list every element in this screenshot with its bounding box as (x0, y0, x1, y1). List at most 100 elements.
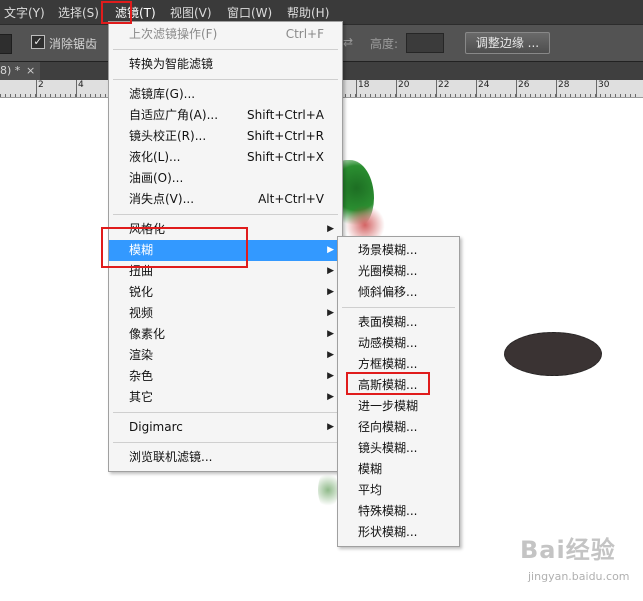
ruler-tick (45, 94, 46, 97)
ruler-tick (480, 94, 481, 97)
menu-item-other[interactable]: 其它 ▶ (109, 387, 342, 408)
menu-select[interactable]: 选择(S) (58, 4, 99, 21)
menu-item-label: 液化(L)... (129, 150, 181, 164)
menu-help[interactable]: 帮助(H) (287, 4, 329, 21)
ruler-tick (360, 94, 361, 97)
ruler-tick (635, 94, 636, 97)
ruler-tick (530, 94, 531, 97)
menu-item-noise[interactable]: 杂色 ▶ (109, 366, 342, 387)
ruler-tick (70, 94, 71, 97)
menu-item-video[interactable]: 视频 ▶ (109, 303, 342, 324)
ruler-tick (85, 94, 86, 97)
ruler-label: 2 (38, 80, 44, 90)
ruler-tick (420, 94, 421, 97)
watermark-logo: Bai经验 (520, 536, 616, 564)
ruler-tick (25, 94, 26, 97)
submenu-arrow-icon: ▶ (327, 266, 334, 276)
menu-item-label: 光圈模糊... (358, 264, 418, 278)
menu-item-browse-filters-online[interactable]: 浏览联机滤镜... (109, 447, 342, 468)
ruler-tick (540, 94, 541, 97)
menu-item-label: 倾斜偏移... (358, 285, 418, 299)
menu-item-digimarc[interactable]: Digimarc ▶ (109, 417, 342, 438)
ruler-tick (40, 94, 41, 97)
ruler-tick (580, 94, 581, 97)
feather-input[interactable] (0, 34, 12, 54)
ruler-major-tick (556, 80, 557, 97)
menu-item-vanishing-point[interactable]: 消失点(V)... Alt+Ctrl+V (109, 189, 342, 210)
menu-item-shortcut: Shift+Ctrl+X (247, 150, 324, 164)
refine-edge-button[interactable]: 调整边缘 ... (465, 32, 550, 54)
submenu-item-blur-more[interactable]: 进一步模糊 (338, 396, 459, 417)
antialias-checkbox[interactable]: ✓ (31, 35, 45, 49)
menu-item-label: 视频 (129, 306, 154, 320)
submenu-item-blur[interactable]: 模糊 (338, 459, 459, 480)
menu-item-shortcut: Alt+Ctrl+V (258, 192, 324, 206)
submenu-item-motion-blur[interactable]: 动感模糊... (338, 333, 459, 354)
submenu-item-iris-blur[interactable]: 光圈模糊... (338, 261, 459, 282)
menu-item-liquify[interactable]: 液化(L)... Shift+Ctrl+X (109, 147, 342, 168)
ruler-tick (495, 94, 496, 97)
submenu-arrow-icon: ▶ (327, 308, 334, 318)
menu-separator (113, 442, 338, 443)
menu-item-render[interactable]: 渲染 ▶ (109, 345, 342, 366)
menu-item-shortcut: Ctrl+F (285, 27, 324, 41)
submenu-item-lens-blur[interactable]: 镜头模糊... (338, 438, 459, 459)
submenu-arrow-icon: ▶ (327, 245, 334, 255)
ruler-tick (600, 94, 601, 97)
elliptical-selection[interactable] (504, 332, 602, 376)
ruler-tick (575, 94, 576, 97)
menu-item-pixelate[interactable]: 像素化 ▶ (109, 324, 342, 345)
menu-item-convert-smart-filter[interactable]: 转换为智能滤镜 (109, 54, 342, 75)
ruler-tick (425, 94, 426, 97)
ruler-tick (455, 94, 456, 97)
menu-view[interactable]: 视图(V) (170, 4, 212, 21)
ruler-tick (535, 94, 536, 97)
menu-item-oil-paint[interactable]: 油画(O)... (109, 168, 342, 189)
ruler-tick (95, 94, 96, 97)
menu-item-sharpen[interactable]: 锐化 ▶ (109, 282, 342, 303)
ruler-tick (440, 94, 441, 97)
ruler-tick (60, 94, 61, 97)
menu-type[interactable]: 文字(Y) (4, 4, 45, 21)
annotation-box-blur-item (101, 227, 248, 268)
ruler-tick (550, 94, 551, 97)
ruler-tick (345, 94, 346, 97)
submenu-item-shape-blur[interactable]: 形状模糊... (338, 522, 459, 543)
submenu-item-tilt-shift[interactable]: 倾斜偏移... (338, 282, 459, 303)
menu-item-filter-gallery[interactable]: 滤镜库(G)... (109, 84, 342, 105)
menu-item-label: 杂色 (129, 369, 154, 383)
ruler-tick (385, 94, 386, 97)
ruler-tick (405, 94, 406, 97)
submenu-item-field-blur[interactable]: 场景模糊... (338, 240, 459, 261)
menu-item-lens-correction[interactable]: 镜头校正(R)... Shift+Ctrl+R (109, 126, 342, 147)
menu-item-last-filter[interactable]: 上次滤镜操作(F) Ctrl+F (109, 24, 342, 45)
ruler-tick (90, 94, 91, 97)
ruler-label: 24 (478, 80, 490, 90)
annotation-box-filter-menu (101, 1, 132, 24)
close-icon[interactable]: × (26, 62, 35, 80)
submenu-item-average[interactable]: 平均 (338, 480, 459, 501)
ruler-major-tick (596, 80, 597, 97)
menu-item-label: 镜头校正(R)... (129, 129, 207, 143)
ruler-tick (570, 94, 571, 97)
ruler-tick (375, 94, 376, 97)
height-input[interactable] (406, 33, 444, 53)
ruler-tick (450, 94, 451, 97)
submenu-item-radial-blur[interactable]: 径向模糊... (338, 417, 459, 438)
menu-item-label: 像素化 (129, 327, 166, 341)
menu-item-adaptive-wide-angle[interactable]: 自适应广角(A)... Shift+Ctrl+A (109, 105, 342, 126)
ruler-label: 28 (558, 80, 570, 90)
ruler-tick (400, 94, 401, 97)
menu-item-label: 浏览联机滤镜... (129, 450, 213, 464)
submenu-arrow-icon: ▶ (327, 392, 334, 402)
menu-separator (113, 214, 338, 215)
submenu-item-smart-blur[interactable]: 特殊模糊... (338, 501, 459, 522)
document-tab[interactable]: 8) * × (0, 62, 40, 80)
menu-item-label: 油画(O)... (129, 171, 184, 185)
swap-arrow-icon[interactable]: ⇄ (343, 35, 353, 49)
ruler-tick (50, 94, 51, 97)
menu-item-label: 自适应广角(A)... (129, 108, 219, 122)
submenu-arrow-icon: ▶ (327, 287, 334, 297)
menu-window[interactable]: 窗口(W) (227, 4, 272, 21)
submenu-item-surface-blur[interactable]: 表面模糊... (338, 312, 459, 333)
